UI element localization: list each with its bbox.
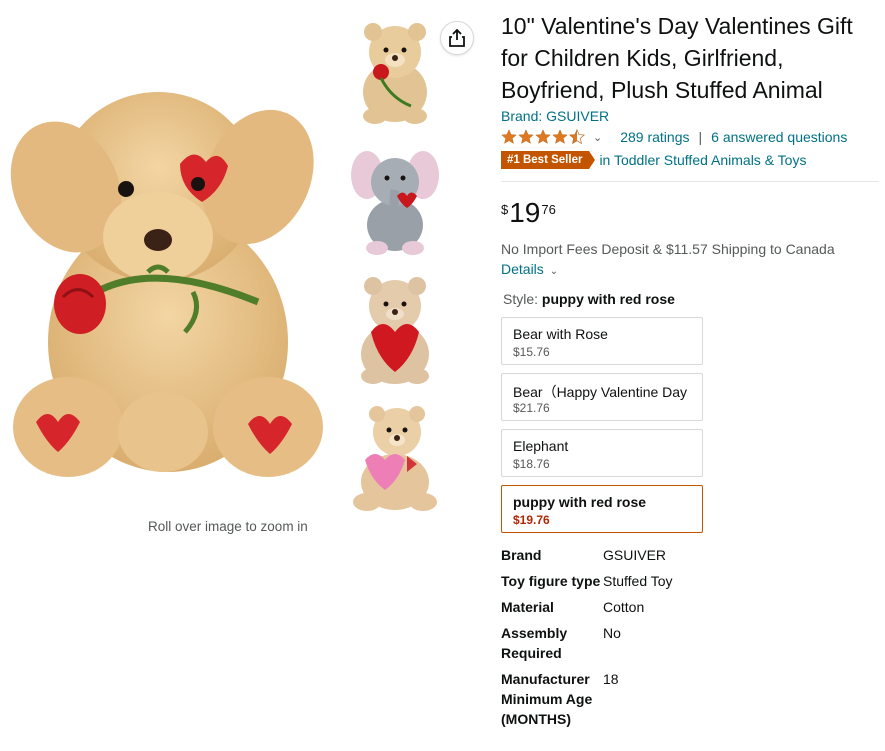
spec-value: 18 xyxy=(603,671,619,687)
spec-row: Material Cotton xyxy=(501,597,881,617)
product-specs-table: Brand GSUIVER Toy figure type Stuffed To… xyxy=(501,545,881,735)
bestseller-row: #1 Best Seller in Toddler Stuffed Animal… xyxy=(501,151,806,169)
style-option-name: Bear with Rose xyxy=(513,326,608,342)
chevron-down-icon[interactable]: ⌄ xyxy=(593,131,602,144)
thumbnail-bear-happy-valentine[interactable] xyxy=(345,400,445,518)
answered-questions-link[interactable]: 6 answered questions xyxy=(711,129,847,145)
spec-key: Assembly Required xyxy=(501,625,568,661)
spec-row: Manufacturer Minimum Age (MONTHS) 18 xyxy=(501,669,881,729)
thumbnail-bear-with-rose[interactable] xyxy=(345,12,445,130)
ratings-count-link[interactable]: 289 ratings xyxy=(620,129,689,145)
brand-store-link[interactable]: Brand: GSUIVER xyxy=(501,108,609,124)
details-link[interactable]: Details ⌄ xyxy=(501,261,558,277)
price-symbol: $ xyxy=(501,202,509,217)
spec-row: Brand GSUIVER xyxy=(501,545,881,565)
elephant-thumb-image xyxy=(351,151,439,255)
style-option-price: $15.76 xyxy=(513,345,550,359)
category-link[interactable]: in Toddler Stuffed Animals & Toys xyxy=(599,152,806,168)
star-half-icon xyxy=(569,129,585,145)
style-option-bear-happy-valentine[interactable]: Bear（Happy Valentine Day $21.76 xyxy=(501,373,703,421)
spec-row: Assembly Required No xyxy=(501,623,881,663)
spec-value: No xyxy=(603,625,621,641)
bear-rose-thumb-image xyxy=(363,23,427,124)
spec-row: Toy figure type Stuffed Toy xyxy=(501,571,881,591)
product-title: 10" Valentine's Day Valentines Gift for … xyxy=(501,13,853,103)
bear-heart-thumb-image xyxy=(361,277,429,384)
style-option-name: Bear（Happy Valentine Day xyxy=(513,384,688,400)
spec-value: Cotton xyxy=(603,599,645,615)
style-option-bear-with-rose[interactable]: Bear with Rose $15.76 xyxy=(501,317,703,365)
style-option-puppy-with-red-rose[interactable]: puppy with red rose $19.76 xyxy=(501,485,703,533)
spec-value: GSUIVER xyxy=(603,547,667,563)
spec-key: Material xyxy=(501,599,554,615)
thumbnail-elephant[interactable] xyxy=(345,140,445,258)
main-product-image[interactable] xyxy=(8,12,332,517)
star-icon xyxy=(501,129,517,144)
share-icon xyxy=(449,29,465,47)
style-option-elephant[interactable]: Elephant $18.76 xyxy=(501,429,703,477)
star-icon xyxy=(518,129,534,144)
divider xyxy=(501,181,879,182)
thumbnail-bear-i-love-you[interactable] xyxy=(345,272,445,390)
spec-key: Brand xyxy=(501,547,542,563)
price: $ 19 76 xyxy=(501,198,556,228)
spec-value: Stuffed Toy xyxy=(603,573,673,589)
style-selected-value: puppy with red rose xyxy=(541,291,675,307)
chevron-down-icon: ⌄ xyxy=(549,266,559,277)
rating-row: ⌄ 289 ratings | 6 answered questions xyxy=(501,127,847,147)
style-option-name: Elephant xyxy=(513,438,569,454)
style-label: Style: puppy with red rose xyxy=(503,291,675,307)
price-fraction: 76 xyxy=(541,202,556,217)
star-icon xyxy=(552,129,568,144)
style-label-text: Style: xyxy=(503,291,539,307)
bear-pink-heart-thumb-image xyxy=(353,406,437,511)
shipping-info: No Import Fees Deposit & $11.57 Shipping… xyxy=(501,241,835,257)
style-option-name: puppy with red rose xyxy=(513,494,647,510)
details-label: Details xyxy=(501,261,544,277)
spec-key: Toy figure type xyxy=(501,573,601,589)
share-button[interactable] xyxy=(440,21,474,55)
price-whole: 19 xyxy=(509,197,541,228)
style-option-price: $19.76 xyxy=(513,513,550,527)
style-option-price: $18.76 xyxy=(513,457,550,471)
style-option-price: $21.76 xyxy=(513,401,550,415)
puppy-plush-image xyxy=(8,12,332,517)
zoom-hint: Roll over image to zoom in xyxy=(148,519,308,534)
star-icon xyxy=(535,129,551,144)
best-seller-badge[interactable]: #1 Best Seller xyxy=(501,151,596,169)
star-rating[interactable] xyxy=(501,129,586,145)
spec-key: Manufacturer Minimum Age (MONTHS) xyxy=(501,671,593,727)
separator: | xyxy=(698,129,703,145)
